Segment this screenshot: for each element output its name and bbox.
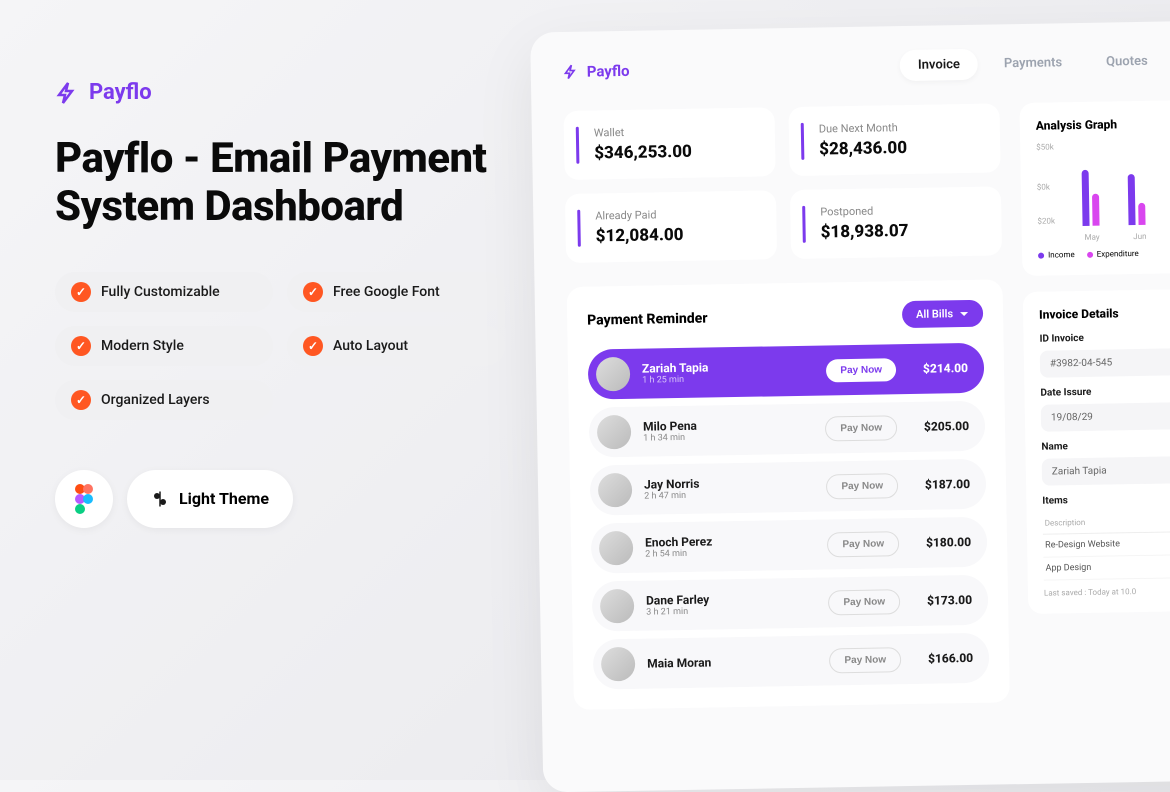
promo-logo: Payflo [55, 80, 505, 105]
feature-autolayout: Auto Layout [287, 326, 505, 366]
reminder-amount: $173.00 [912, 593, 972, 608]
check-icon [303, 336, 323, 356]
bolt-icon [563, 63, 579, 79]
tab-quotes[interactable]: Quotes [1088, 45, 1166, 77]
reminder-time: 2 h 47 min [644, 489, 814, 502]
tab-invoice[interactable]: Invoice [900, 49, 978, 81]
name-field[interactable]: Zariah Tapia [1042, 456, 1170, 486]
bar-group [1081, 170, 1099, 226]
reminder-name: Maia Moran [647, 654, 818, 671]
check-icon [303, 282, 323, 302]
pay-now-button[interactable]: Pay Now [827, 531, 899, 557]
pay-now-button[interactable]: Pay Now [825, 415, 897, 441]
chevron-down-icon [959, 308, 969, 318]
stat-postponed: Postponed $18,938.07 [790, 186, 1002, 259]
reminder-row[interactable]: Jay Norris 2 h 47 min Pay Now $187.00 [590, 459, 987, 516]
avatar [598, 473, 633, 508]
reminder-title: Payment Reminder [587, 310, 708, 328]
avatar [600, 589, 635, 624]
last-saved: Last saved : Today at 10.0 [1044, 586, 1170, 598]
bar-income [1127, 174, 1135, 225]
reminder-time: 1 h 25 min [642, 373, 814, 386]
invoice-details-card: Invoice Details ID Invoice #3982-04-545 … [1023, 289, 1170, 614]
figma-badge [55, 470, 113, 528]
promo-logo-text: Payflo [89, 80, 152, 105]
bolt-icon [55, 81, 79, 105]
avatar [601, 647, 636, 682]
figma-icon [74, 484, 94, 514]
avatar [597, 415, 632, 450]
reminder-time: 1 h 34 min [643, 431, 813, 444]
check-icon [71, 336, 91, 356]
legend-income: Income [1038, 250, 1075, 260]
feature-layers: Organized Layers [55, 380, 273, 420]
pay-now-button[interactable]: Pay Now [828, 589, 900, 615]
reminder-amount: $166.00 [913, 651, 973, 666]
bar-group [1127, 174, 1145, 225]
legend-expenditure: Expenditure [1087, 249, 1139, 259]
theme-icon [151, 490, 169, 508]
avatar [596, 357, 631, 392]
reminder-row[interactable]: Enoch Perez 2 h 54 min Pay Now $180.00 [591, 517, 988, 574]
stat-due: Due Next Month $28,436.00 [788, 103, 1000, 176]
reminder-row[interactable]: Milo Pena 1 h 34 min Pay Now $205.00 [589, 401, 986, 458]
reminder-row[interactable]: Zariah Tapia 1 h 25 min Pay Now $214.00 [588, 343, 985, 400]
feature-font: Free Google Font [287, 272, 505, 312]
reminder-row[interactable]: Dane Farley 3 h 21 min Pay Now $173.00 [592, 575, 989, 632]
pay-now-button[interactable]: Pay Now [826, 473, 898, 499]
reminder-amount: $214.00 [908, 361, 968, 376]
reminder-time: 2 h 54 min [645, 547, 815, 560]
stat-wallet: Wallet $346,253.00 [563, 107, 775, 180]
date-field[interactable]: 19/08/29 [1041, 402, 1170, 432]
reminder-amount: $180.00 [911, 535, 971, 550]
dashboard-mockup: Payflo Invoice Payments Quotes O Wallet … [530, 20, 1170, 792]
reminder-amount: $205.00 [909, 419, 969, 434]
graph-title: Analysis Graph [1036, 116, 1170, 133]
stat-paid: Already Paid $12,084.00 [565, 190, 777, 263]
check-icon [71, 282, 91, 302]
avatar [599, 531, 634, 566]
id-invoice-field[interactable]: #3982-04-545 [1040, 348, 1170, 378]
reminder-time: 3 h 21 min [646, 605, 816, 618]
feature-modern: Modern Style [55, 326, 273, 366]
pay-now-button[interactable]: Pay Now [826, 358, 896, 382]
dash-logo: Payflo [563, 61, 630, 80]
pay-now-button[interactable]: Pay Now [829, 647, 901, 673]
reminder-row[interactable]: Maia Moran Pay Now $166.00 [593, 633, 990, 690]
bar-expenditure [1092, 194, 1100, 226]
all-bills-dropdown[interactable]: All Bills [902, 300, 983, 328]
bar-expenditure [1138, 202, 1145, 225]
reminder-amount: $187.00 [910, 477, 970, 492]
bar-income [1081, 170, 1089, 226]
check-icon [71, 390, 91, 410]
theme-badge: Light Theme [127, 470, 293, 528]
feature-customizable: Fully Customizable [55, 272, 273, 312]
tab-payments[interactable]: Payments [986, 47, 1081, 80]
payment-reminder-card: Payment Reminder All Bills Zariah Tapia … [567, 279, 1010, 710]
promo-title: Payflo - Email Payment System Dashboard [55, 135, 505, 232]
analysis-graph-card: Analysis Graph $50k $0k $20k May Jun Ju … [1019, 100, 1170, 276]
